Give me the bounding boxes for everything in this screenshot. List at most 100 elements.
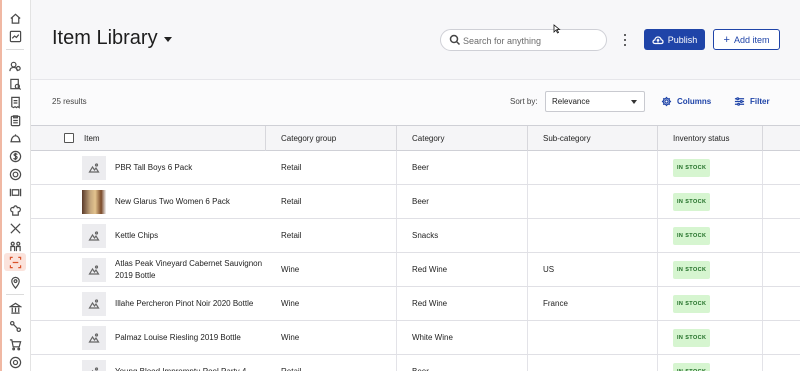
target-icon[interactable] (8, 167, 22, 181)
category-group-cell: Wine (266, 321, 397, 354)
scan-icon[interactable] (4, 253, 26, 271)
help-icon[interactable] (8, 355, 22, 369)
table-row[interactable]: Kettle Chips Retail Snacks IN STOCK (31, 219, 800, 253)
category-group-cell: Retail (266, 151, 397, 184)
cart-icon[interactable] (8, 337, 22, 351)
sidebar-accent (0, 0, 2, 371)
image-placeholder-icon (82, 224, 106, 248)
results-toolbar: 25 results Sort by: Relevance Columns Fi… (31, 80, 800, 125)
item-name[interactable]: Young Blood Impromptu Pool Party 4 (115, 355, 263, 371)
tools-icon[interactable] (8, 221, 22, 235)
category-group-cell: Retail (266, 185, 397, 218)
columns-label: Columns (677, 97, 712, 106)
item-name[interactable]: Palmaz Louise Riesling 2019 Bottle (115, 321, 263, 354)
search-input[interactable] (463, 33, 603, 48)
column-header-category[interactable]: Category (397, 126, 528, 151)
status-badge: IN STOCK (673, 158, 711, 177)
sidebar-divider (6, 294, 24, 295)
title-dropdown-caret-icon[interactable] (164, 37, 172, 42)
table-row[interactable]: Illahe Percheron Pinot Noir 2020 Bottle W… (31, 287, 800, 321)
sidebar-divider (6, 49, 24, 50)
chart-icon[interactable] (8, 29, 22, 43)
image-placeholder-icon (82, 360, 106, 371)
table-header: Item Category group Category Sub-categor… (31, 126, 800, 151)
category-cell: Snacks (397, 219, 528, 252)
category-group-cell: Wine (266, 287, 397, 320)
map-pin-icon[interactable] (8, 275, 22, 289)
publish-button[interactable]: Publish (644, 29, 705, 50)
column-header-item[interactable]: Item (69, 126, 266, 151)
table-row[interactable]: PBR Tall Boys 6 Pack Retail Beer IN STOCK (31, 151, 800, 185)
item-name[interactable]: PBR Tall Boys 6 Pack (115, 151, 263, 184)
cloche-icon[interactable] (8, 131, 22, 145)
sort-select[interactable]: Relevance (545, 91, 645, 112)
image-placeholder-icon (82, 156, 106, 180)
more-options-icon[interactable] (621, 33, 629, 47)
table-row[interactable]: Young Blood Impromptu Pool Party 4 Retail… (31, 355, 800, 371)
chef-hat-icon[interactable] (8, 203, 22, 217)
sort-select-value: Relevance (552, 97, 590, 106)
image-placeholder-icon (82, 326, 106, 350)
dollar-icon[interactable] (8, 149, 22, 163)
search-icon (449, 34, 461, 46)
column-header-inventory-status[interactable]: Inventory status (658, 126, 763, 151)
category-cell: Beer (397, 185, 528, 218)
item-name[interactable]: Illahe Percheron Pinot Noir 2020 Bottle (115, 287, 263, 320)
people-search-icon[interactable] (8, 59, 22, 73)
sub-category-cell: France (528, 287, 658, 320)
mouse-cursor-icon (553, 24, 561, 34)
bank-icon[interactable] (8, 301, 22, 315)
app-window: Item Library Publish + Add item 25 resul… (0, 0, 800, 371)
category-group-cell: Retail (266, 355, 397, 371)
category-cell: Beer (397, 151, 528, 184)
group-icon[interactable] (8, 239, 22, 253)
dining-icon[interactable] (8, 185, 22, 199)
table-row[interactable]: New Glarus Two Women 6 Pack Retail Beer IN … (31, 185, 800, 219)
sub-category-cell (528, 219, 658, 252)
chevron-down-icon (631, 100, 637, 104)
status-badge: IN STOCK (673, 192, 711, 211)
status-badge: IN STOCK (673, 294, 711, 313)
category-cell: White Wine (397, 321, 528, 354)
publish-label: Publish (667, 34, 698, 45)
receipt-icon[interactable] (8, 95, 22, 109)
inventory-status-cell: IN STOCK (658, 185, 763, 218)
column-header-sub-category[interactable]: Sub-category (528, 126, 658, 151)
add-item-label: Add item (733, 34, 770, 45)
item-photo (82, 190, 106, 214)
inventory-status-cell: IN STOCK (658, 151, 763, 184)
search-box[interactable] (440, 29, 607, 51)
gear-icon (661, 96, 672, 107)
sub-category-cell: US (528, 253, 658, 286)
item-name[interactable]: Atlas Peak Vineyard Cabernet Sauvignon 2… (115, 253, 263, 286)
page-title: Item Library (52, 27, 158, 49)
status-badge: IN STOCK (673, 226, 711, 245)
status-badge: IN STOCK (673, 328, 711, 347)
sub-category-cell (528, 151, 658, 184)
category-cell: Beer (397, 355, 528, 371)
page-header: Item Library Publish + Add item (31, 0, 800, 80)
sidebar (0, 0, 31, 371)
home-icon[interactable] (8, 11, 22, 25)
item-name[interactable]: Kettle Chips (115, 219, 263, 252)
category-group-cell: Retail (266, 219, 397, 252)
column-header-category-group[interactable]: Category group (266, 126, 397, 151)
columns-button[interactable]: Columns (661, 96, 711, 107)
add-item-button[interactable]: + Add item (713, 29, 780, 50)
filter-button[interactable]: Filter (734, 96, 770, 107)
sub-category-cell (528, 321, 658, 354)
clipboard-icon[interactable] (8, 113, 22, 127)
integrations-icon[interactable] (8, 319, 22, 333)
table-row[interactable]: Atlas Peak Vineyard Cabernet Sauvignon 2… (31, 253, 800, 287)
items-table: Item Category group Category Sub-categor… (31, 125, 800, 371)
image-placeholder-icon (82, 292, 106, 316)
image-placeholder-icon (82, 258, 106, 282)
item-name[interactable]: New Glarus Two Women 6 Pack (115, 185, 263, 218)
inventory-status-cell: IN STOCK (658, 321, 763, 354)
category-group-cell: Wine (266, 253, 397, 286)
sub-category-cell (528, 185, 658, 218)
inventory-status-cell: IN STOCK (658, 253, 763, 286)
sort-by-label: Sort by: (510, 97, 538, 106)
document-search-icon[interactable] (8, 77, 22, 91)
table-row[interactable]: Palmaz Louise Riesling 2019 Bottle Wine Wh… (31, 321, 800, 355)
